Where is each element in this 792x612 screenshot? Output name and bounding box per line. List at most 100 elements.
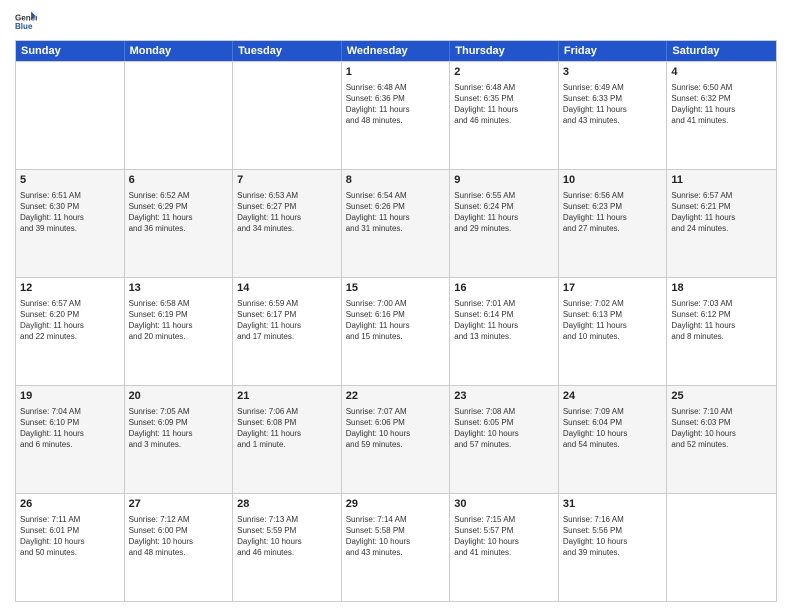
day-number: 13 (129, 281, 229, 296)
table-row: 1 Sunrise: 6:48 AM Sunset: 6:36 PM Daylig… (342, 62, 451, 169)
cell-text: Sunrise: 6:57 AM Sunset: 6:20 PM Dayligh… (20, 298, 120, 343)
table-row (667, 494, 776, 601)
day-number: 22 (346, 389, 446, 404)
table-row: 6 Sunrise: 6:52 AM Sunset: 6:29 PM Daylig… (125, 170, 234, 277)
day-number: 17 (563, 281, 663, 296)
table-row: 31 Sunrise: 7:16 AM Sunset: 5:56 PM Dayli… (559, 494, 668, 601)
table-row: 9Sunrise: 6:55 AM Sunset: 6:24 PM Daylig… (450, 170, 559, 277)
day-number: 18 (671, 281, 772, 296)
calendar-row: 1 Sunrise: 6:48 AM Sunset: 6:36 PM Daylig… (16, 61, 776, 169)
day-number: 26 (20, 497, 120, 512)
day-number: 29 (346, 497, 446, 512)
table-row: 29Sunrise: 7:14 AM Sunset: 5:58 PM Dayli… (342, 494, 451, 601)
table-row (125, 62, 234, 169)
cell-text: Sunrise: 6:55 AM Sunset: 6:24 PM Dayligh… (454, 190, 554, 235)
calendar-header-row: SundayMondayTuesdayWednesdayThursdayFrid… (16, 41, 776, 61)
calendar-row: 5 Sunrise: 6:51 AM Sunset: 6:30 PM Daylig… (16, 169, 776, 277)
calendar-header-cell: Thursday (450, 41, 559, 61)
day-number: 8 (346, 173, 446, 188)
table-row: 25Sunrise: 7:10 AM Sunset: 6:03 PM Dayli… (667, 386, 776, 493)
cell-text: Sunrise: 6:57 AM Sunset: 6:21 PM Dayligh… (671, 190, 772, 235)
day-number: 1 (346, 65, 446, 80)
calendar-header-cell: Monday (125, 41, 234, 61)
table-row (16, 62, 125, 169)
table-row: 4 Sunrise: 6:50 AM Sunset: 6:32 PM Daylig… (667, 62, 776, 169)
page: General Blue SundayMondayTuesdayWednesda… (0, 0, 792, 612)
day-number: 10 (563, 173, 663, 188)
day-number: 14 (237, 281, 337, 296)
cell-text: Sunrise: 7:08 AM Sunset: 6:05 PM Dayligh… (454, 406, 554, 451)
table-row: 27Sunrise: 7:12 AM Sunset: 6:00 PM Dayli… (125, 494, 234, 601)
cell-text: Sunrise: 6:50 AM Sunset: 6:32 PM Dayligh… (671, 82, 772, 127)
calendar-header-cell: Saturday (667, 41, 776, 61)
day-number: 15 (346, 281, 446, 296)
logo: General Blue (15, 10, 41, 32)
table-row: 10 Sunrise: 6:56 AM Sunset: 6:23 PM Dayli… (559, 170, 668, 277)
day-number: 23 (454, 389, 554, 404)
day-number: 20 (129, 389, 229, 404)
day-number: 24 (563, 389, 663, 404)
cell-text: Sunrise: 6:56 AM Sunset: 6:23 PM Dayligh… (563, 190, 663, 235)
day-number: 19 (20, 389, 120, 404)
cell-text: Sunrise: 7:07 AM Sunset: 6:06 PM Dayligh… (346, 406, 446, 451)
cell-text: Sunrise: 6:58 AM Sunset: 6:19 PM Dayligh… (129, 298, 229, 343)
cell-text: Sunrise: 6:53 AM Sunset: 6:27 PM Dayligh… (237, 190, 337, 235)
calendar-header-cell: Wednesday (342, 41, 451, 61)
cell-text: Sunrise: 7:01 AM Sunset: 6:14 PM Dayligh… (454, 298, 554, 343)
day-number: 4 (671, 65, 772, 80)
table-row: 12Sunrise: 6:57 AM Sunset: 6:20 PM Dayli… (16, 278, 125, 385)
cell-text: Sunrise: 7:05 AM Sunset: 6:09 PM Dayligh… (129, 406, 229, 451)
table-row: 14 Sunrise: 6:59 AM Sunset: 6:17 PM Dayli… (233, 278, 342, 385)
cell-text: Sunrise: 6:48 AM Sunset: 6:36 PM Dayligh… (346, 82, 446, 127)
cell-text: Sunrise: 6:51 AM Sunset: 6:30 PM Dayligh… (20, 190, 120, 235)
table-row: 28 Sunrise: 7:13 AM Sunset: 5:59 PM Dayli… (233, 494, 342, 601)
calendar-header-cell: Tuesday (233, 41, 342, 61)
table-row: 22 Sunrise: 7:07 AM Sunset: 6:06 PM Dayli… (342, 386, 451, 493)
cell-text: Sunrise: 7:03 AM Sunset: 6:12 PM Dayligh… (671, 298, 772, 343)
cell-text: Sunrise: 6:52 AM Sunset: 6:29 PM Dayligh… (129, 190, 229, 235)
day-number: 11 (671, 173, 772, 188)
cell-text: Sunrise: 7:16 AM Sunset: 5:56 PM Dayligh… (563, 514, 663, 559)
cell-text: Sunrise: 7:13 AM Sunset: 5:59 PM Dayligh… (237, 514, 337, 559)
cell-text: Sunrise: 6:49 AM Sunset: 6:33 PM Dayligh… (563, 82, 663, 127)
table-row: 11 Sunrise: 6:57 AM Sunset: 6:21 PM Dayli… (667, 170, 776, 277)
day-number: 2 (454, 65, 554, 80)
calendar-row: 19 Sunrise: 7:04 AM Sunset: 6:10 PM Dayli… (16, 385, 776, 493)
table-row: 13 Sunrise: 6:58 AM Sunset: 6:19 PM Dayli… (125, 278, 234, 385)
table-row: 18 Sunrise: 7:03 AM Sunset: 6:12 PM Dayli… (667, 278, 776, 385)
calendar-row: 26 Sunrise: 7:11 AM Sunset: 6:01 PM Dayli… (16, 493, 776, 601)
table-row: 21 Sunrise: 7:06 AM Sunset: 6:08 PM Dayli… (233, 386, 342, 493)
day-number: 31 (563, 497, 663, 512)
table-row (233, 62, 342, 169)
cell-text: Sunrise: 7:06 AM Sunset: 6:08 PM Dayligh… (237, 406, 337, 451)
cell-text: Sunrise: 6:48 AM Sunset: 6:35 PM Dayligh… (454, 82, 554, 127)
calendar-row: 12Sunrise: 6:57 AM Sunset: 6:20 PM Dayli… (16, 277, 776, 385)
calendar-header-cell: Friday (559, 41, 668, 61)
table-row: 30Sunrise: 7:15 AM Sunset: 5:57 PM Dayli… (450, 494, 559, 601)
day-number: 16 (454, 281, 554, 296)
cell-text: Sunrise: 7:12 AM Sunset: 6:00 PM Dayligh… (129, 514, 229, 559)
logo-icon: General Blue (15, 10, 37, 32)
day-number: 30 (454, 497, 554, 512)
calendar-body: 1 Sunrise: 6:48 AM Sunset: 6:36 PM Daylig… (16, 61, 776, 601)
table-row: 7 Sunrise: 6:53 AM Sunset: 6:27 PM Daylig… (233, 170, 342, 277)
cell-text: Sunrise: 7:11 AM Sunset: 6:01 PM Dayligh… (20, 514, 120, 559)
table-row: 19 Sunrise: 7:04 AM Sunset: 6:10 PM Dayli… (16, 386, 125, 493)
day-number: 7 (237, 173, 337, 188)
svg-text:Blue: Blue (15, 22, 33, 31)
cell-text: Sunrise: 7:10 AM Sunset: 6:03 PM Dayligh… (671, 406, 772, 451)
table-row: 5 Sunrise: 6:51 AM Sunset: 6:30 PM Daylig… (16, 170, 125, 277)
cell-text: Sunrise: 7:04 AM Sunset: 6:10 PM Dayligh… (20, 406, 120, 451)
cell-text: Sunrise: 7:09 AM Sunset: 6:04 PM Dayligh… (563, 406, 663, 451)
table-row: 17Sunrise: 7:02 AM Sunset: 6:13 PM Dayli… (559, 278, 668, 385)
table-row: 20 Sunrise: 7:05 AM Sunset: 6:09 PM Dayli… (125, 386, 234, 493)
calendar-header-cell: Sunday (16, 41, 125, 61)
cell-text: Sunrise: 6:59 AM Sunset: 6:17 PM Dayligh… (237, 298, 337, 343)
day-number: 5 (20, 173, 120, 188)
calendar: SundayMondayTuesdayWednesdayThursdayFrid… (15, 40, 777, 602)
day-number: 28 (237, 497, 337, 512)
day-number: 6 (129, 173, 229, 188)
day-number: 21 (237, 389, 337, 404)
table-row: 15Sunrise: 7:00 AM Sunset: 6:16 PM Dayli… (342, 278, 451, 385)
header: General Blue (15, 10, 777, 32)
